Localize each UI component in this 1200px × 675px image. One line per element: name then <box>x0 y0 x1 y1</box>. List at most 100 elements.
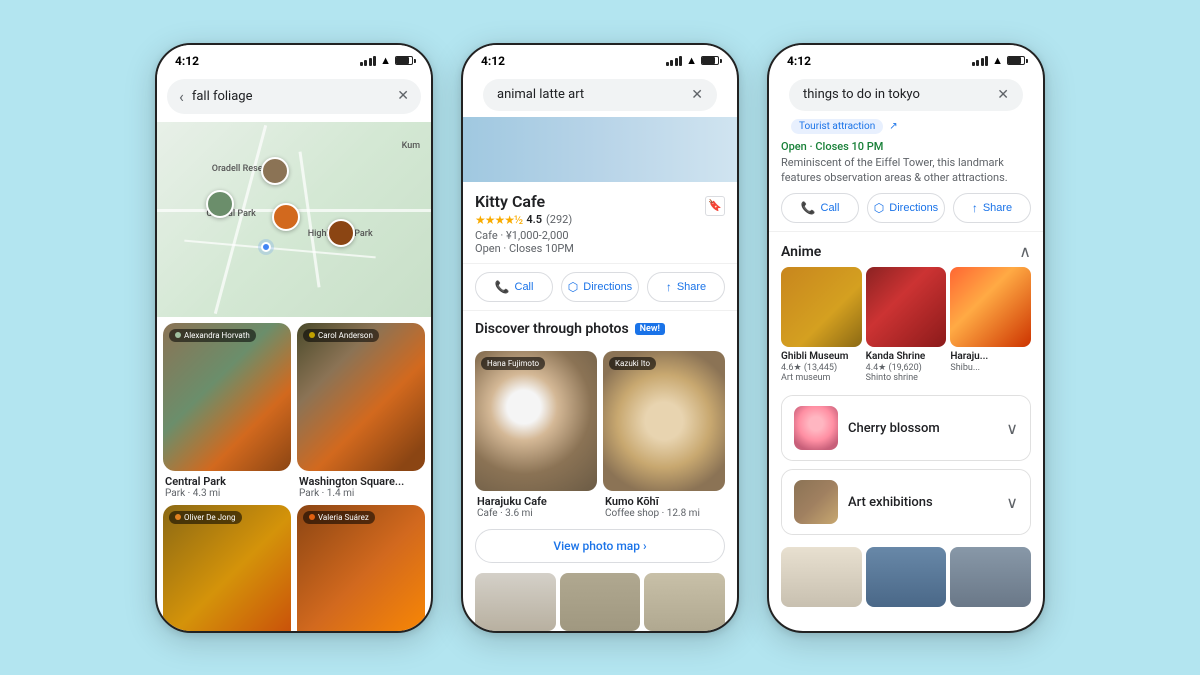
anime-place-1[interactable]: Ghibli Museum 4.6★ (13,445) Art museum <box>781 267 862 383</box>
signal-bars-2 <box>666 56 683 66</box>
close-icon-1[interactable]: ✕ <box>397 88 409 104</box>
save-bookmark[interactable]: 🔖 <box>705 196 725 216</box>
tourist-tag: Tourist attraction ↗ <box>781 117 1031 136</box>
cherry-blossom-thumbnail <box>794 406 838 450</box>
directions-icon-3: ⬡ <box>874 201 884 215</box>
top-photo-strip <box>463 117 737 182</box>
anime-place-2[interactable]: Kanda Shrine 4.4★ (19,620) Shinto shrine <box>866 267 947 383</box>
view-photo-map-button[interactable]: View photo map › <box>475 529 725 563</box>
place-type-2: Cafe · ¥1,000-2,000 <box>475 229 574 242</box>
search-bar-container-1: ‹ fall foliage ✕ <box>157 73 431 122</box>
share-icon-3: ↑ <box>972 201 978 215</box>
status-icons-2: ▲ <box>666 54 719 67</box>
anime-photo-3 <box>950 267 1031 347</box>
phone-latte-art: 4:12 ▲ animal latte art ✕ <box>461 43 739 633</box>
signal-bars-3 <box>972 56 989 66</box>
photo-card-3[interactable]: Oliver De Jong <box>163 505 291 631</box>
status-bar-2: 4:12 ▲ <box>463 45 737 73</box>
photo-card-4[interactable]: Valeria Suárez <box>297 505 425 631</box>
tag-pill: Tourist attraction <box>791 119 883 134</box>
wifi-icon-2: ▲ <box>686 54 697 67</box>
map-area-1[interactable]: Oradell Reservoir Central Park Highbridg… <box>157 122 431 317</box>
new-badge: New! <box>635 323 665 335</box>
latte-card-2[interactable]: Kazuki Ito Kumo Kōhī Coffee shop · 12.8 … <box>603 351 725 519</box>
bottom-photos-strip <box>463 573 737 631</box>
search-text-2: animal latte art <box>497 87 683 102</box>
latte-caption-2: Kumo Kōhī Coffee shop · 12.8 mi <box>603 491 725 519</box>
directions-button-3[interactable]: ⬡ Directions <box>867 193 945 223</box>
search-bar-3[interactable]: things to do in tokyo ✕ <box>789 79 1023 111</box>
search-bar-1[interactable]: ‹ fall foliage ✕ <box>167 79 421 114</box>
bottom-image-2[interactable] <box>866 547 947 607</box>
bottom-photo-1[interactable] <box>475 573 556 631</box>
photo-image-4: Valeria Suárez <box>297 505 425 631</box>
signal-bars-1 <box>360 56 377 66</box>
search-bar-2[interactable]: animal latte art ✕ <box>483 79 717 111</box>
phone3-content: things to do in tokyo ✕ Tourist attracti… <box>769 73 1043 631</box>
phone1-content: ‹ fall foliage ✕ Oradell Reservoir Centr… <box>157 73 431 631</box>
share-button-2[interactable]: ↑ Share <box>647 272 725 302</box>
bottom-image-3[interactable] <box>950 547 1031 607</box>
phone-fall-foliage: 4:12 ▲ ‹ fall foliage ✕ <box>155 43 433 633</box>
signal-bar <box>360 62 363 66</box>
cherry-blossom-label: Cherry blossom <box>848 421 996 436</box>
latte-card-1[interactable]: Hana Fujimoto Harajuku Cafe Cafe · 3.6 m… <box>475 351 597 519</box>
close-icon-2[interactable]: ✕ <box>691 87 703 103</box>
ghibli-rating: 4.6 <box>781 363 794 373</box>
action-buttons-2: 📞 Call ⬡ Directions ↑ Share <box>463 264 737 311</box>
call-button-2[interactable]: 📞 Call <box>475 272 553 302</box>
bottom-photo-2[interactable] <box>560 573 641 631</box>
back-icon[interactable]: ‹ <box>179 87 184 106</box>
share-icon: ↑ <box>666 280 672 294</box>
external-link-icon[interactable]: ↗ <box>889 121 897 132</box>
anime-chevron: ∧ <box>1019 242 1031 261</box>
bottom-image-1[interactable] <box>781 547 862 607</box>
search-text-1: fall foliage <box>192 89 389 104</box>
signal-bar <box>364 60 367 66</box>
phone2-content: animal latte art ✕ Kitty Cafe ★★★★½ 4.5 … <box>463 73 737 631</box>
map-pin-4 <box>327 219 355 247</box>
art-exhibitions-label: Art exhibitions <box>848 495 996 510</box>
anime-section-header[interactable]: Anime ∧ <box>769 232 1043 267</box>
location-dot <box>261 242 271 252</box>
cherry-blossom-section[interactable]: Cherry blossom ∨ <box>781 395 1031 461</box>
art-exhibitions-thumbnail <box>794 480 838 524</box>
contributor-label-4: Valeria Suárez <box>303 511 375 524</box>
phones-container: 4:12 ▲ ‹ fall foliage ✕ <box>135 23 1065 653</box>
phone-tokyo: 4:12 ▲ things to do in tokyo ✕ <box>767 43 1045 633</box>
signal-bar <box>373 56 376 66</box>
cherry-blossom-header[interactable]: Cherry blossom ∨ <box>782 396 1030 460</box>
review-count-2: (292) <box>546 213 572 226</box>
signal-bar <box>985 56 988 66</box>
signal-bar <box>981 58 984 66</box>
photo-grid-1: Alexandra Horvath Central Park Park · 4.… <box>157 317 431 631</box>
contributor-label-1: Alexandra Horvath <box>169 329 256 342</box>
battery-icon-3 <box>1007 56 1025 65</box>
latte-photos-grid: Hana Fujimoto Harajuku Cafe Cafe · 3.6 m… <box>463 343 737 519</box>
map-pin-1 <box>261 157 289 185</box>
latte-contributor-1: Hana Fujimoto <box>481 357 545 370</box>
photo-card-2[interactable]: Carol Anderson Washington Square... Park… <box>297 323 425 499</box>
battery-icon <box>395 56 413 65</box>
signal-bar <box>679 56 682 66</box>
photo-image-1: Alexandra Horvath <box>163 323 291 471</box>
call-button-3[interactable]: 📞 Call <box>781 193 859 223</box>
discover-section: Discover through photos New! <box>463 311 737 343</box>
share-button-3[interactable]: ↑ Share <box>953 193 1031 223</box>
latte-caption-1: Harajuku Cafe Cafe · 3.6 mi <box>475 491 597 519</box>
photo-card-1[interactable]: Alexandra Horvath Central Park Park · 4.… <box>163 323 291 499</box>
signal-bar <box>369 58 372 66</box>
status-bar-1: 4:12 ▲ <box>157 45 431 73</box>
anime-place-3[interactable]: Haraju... Shibu... <box>950 267 1031 383</box>
latte-image-1: Hana Fujimoto <box>475 351 597 491</box>
status-icons-1: ▲ <box>360 54 413 67</box>
signal-bar <box>972 62 975 66</box>
bottom-photo-3[interactable] <box>644 573 725 631</box>
anime-photos-row: Ghibli Museum 4.6★ (13,445) Art museum K… <box>769 267 1043 391</box>
status-time-3: 4:12 <box>787 54 811 68</box>
close-icon-3[interactable]: ✕ <box>997 87 1009 103</box>
battery-icon-2 <box>701 56 719 65</box>
art-exhibitions-section[interactable]: Art exhibitions ∨ <box>781 469 1031 535</box>
art-exhibitions-header[interactable]: Art exhibitions ∨ <box>782 470 1030 534</box>
directions-button-2[interactable]: ⬡ Directions <box>561 272 639 302</box>
